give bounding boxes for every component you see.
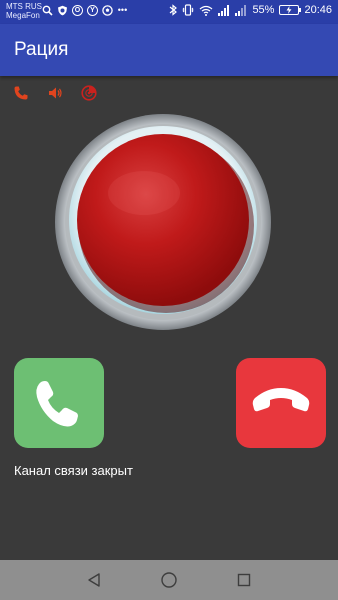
search-icon xyxy=(42,5,53,16)
channel-status-text: Канал связи закрыт xyxy=(14,463,133,478)
notification-icons: O Y ••• xyxy=(42,5,128,16)
notification-dots-icon: ••• xyxy=(117,5,128,15)
home-icon[interactable] xyxy=(159,570,179,590)
phone-hangup-icon xyxy=(252,388,310,412)
back-icon[interactable] xyxy=(84,570,104,590)
carrier-info: MTS RUS MegaFon xyxy=(6,2,42,20)
opera-icon: O xyxy=(72,5,83,16)
wifi-icon xyxy=(200,5,213,16)
navigation-bar xyxy=(0,560,338,600)
phone-answer-icon xyxy=(36,381,78,427)
yandex-icon: Y xyxy=(87,5,98,16)
speaker-icon[interactable] xyxy=(46,84,64,102)
signal-icon-2 xyxy=(235,4,247,16)
shield-icon xyxy=(57,5,68,16)
app-bar: Рация xyxy=(0,24,338,76)
vibrate-icon xyxy=(182,4,195,16)
page-title: Рация xyxy=(14,39,69,60)
battery-percent: 55% xyxy=(252,4,275,16)
push-to-talk-button[interactable] xyxy=(54,113,272,331)
recents-icon[interactable] xyxy=(234,570,254,590)
hangup-call-button[interactable] xyxy=(236,358,326,448)
radar-icon[interactable] xyxy=(80,84,98,102)
toolbar-icons xyxy=(12,84,98,102)
carrier-2: MegaFon xyxy=(6,11,40,20)
answer-call-button[interactable] xyxy=(14,358,104,448)
bluetooth-icon xyxy=(170,4,178,16)
status-bar: MTS RUS MegaFon O Y ••• 55% 20:46 xyxy=(0,0,338,24)
signal-icon xyxy=(218,4,230,16)
status-right: 55% 20:46 xyxy=(169,4,332,16)
phone-icon[interactable] xyxy=(12,84,30,102)
battery-icon xyxy=(279,5,302,15)
carrier-1: MTS RUS xyxy=(6,2,42,11)
clock: 20:46 xyxy=(304,4,332,16)
soccer-ball-icon xyxy=(102,5,113,16)
